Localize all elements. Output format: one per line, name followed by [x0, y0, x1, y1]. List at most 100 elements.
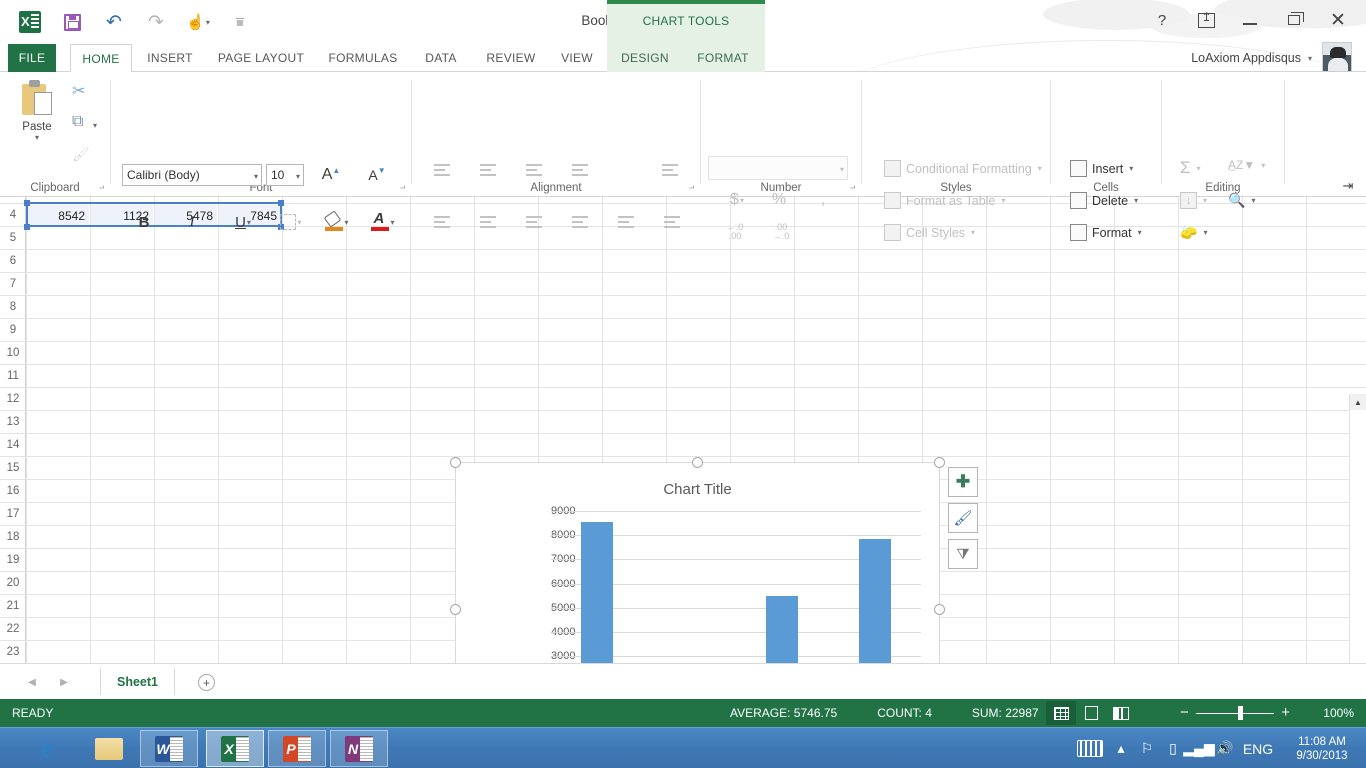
status-count[interactable]: COUNT: 4 — [877, 706, 932, 720]
row-header-21[interactable]: 21 — [0, 595, 26, 618]
wrap-text-button[interactable] — [658, 160, 684, 182]
grid-row[interactable] — [26, 296, 1366, 319]
sheet-prev-button[interactable]: ◀ — [22, 672, 42, 692]
chart-plot-area[interactable]: 9000800070006000500040003000200010000 12… — [496, 505, 926, 663]
minimize-button[interactable] — [1228, 4, 1272, 36]
font-color-button[interactable]: A ▾ — [366, 210, 400, 234]
customize-qat-icon[interactable]: ⩸ — [220, 5, 260, 39]
tab-formulas[interactable]: FORMULAS — [322, 44, 404, 72]
touch-mode-icon[interactable]: ☝ ▾ — [178, 5, 218, 39]
fill-color-button[interactable]: ▾ — [320, 210, 354, 234]
network-signal-icon[interactable]: ▂▄▆ — [1183, 728, 1214, 768]
language-indicator[interactable]: ENG — [1238, 728, 1278, 768]
tab-insert[interactable]: INSERT — [140, 44, 200, 72]
add-sheet-button[interactable]: + — [198, 674, 215, 691]
chart-filters-button[interactable]: ⧩ — [948, 539, 978, 569]
comma-format-button[interactable]: , — [810, 188, 836, 212]
format-painter-button[interactable] — [72, 148, 90, 166]
worksheet-grid[interactable]: 3456789101112131415161718192021222324252… — [0, 197, 1366, 663]
selection-handle-bl[interactable] — [24, 224, 30, 230]
row-header-9[interactable]: 9 — [0, 319, 26, 342]
view-page-break-button[interactable] — [1106, 701, 1136, 725]
row-header-13[interactable]: 13 — [0, 411, 26, 434]
status-sum[interactable]: SUM: 22987 — [972, 706, 1039, 720]
grid-row[interactable] — [26, 319, 1366, 342]
zoom-slider[interactable]: − + — [1180, 701, 1290, 725]
pin-ribbon-button[interactable]: ⇥ — [1340, 178, 1356, 194]
grid-row[interactable] — [26, 250, 1366, 273]
row-header-14[interactable]: 14 — [0, 434, 26, 457]
zoom-thumb[interactable] — [1238, 706, 1243, 720]
cut-button[interactable] — [72, 81, 90, 102]
row-header-11[interactable]: 11 — [0, 365, 26, 388]
restore-button[interactable] — [1272, 4, 1316, 36]
row-header-3[interactable]: 3 — [0, 197, 26, 204]
chart-elements-button[interactable]: ✚ — [948, 467, 978, 497]
scroll-up-button[interactable]: ▲ — [1350, 394, 1366, 410]
dialog-launcher-icon[interactable]: ⌐ — [99, 183, 104, 193]
taskbar-file-explorer[interactable] — [80, 730, 138, 767]
undo-icon[interactable]: ↶ — [94, 5, 134, 39]
chart-handle-tr[interactable] — [934, 457, 945, 468]
zoom-in-button[interactable]: + — [1281, 705, 1290, 720]
view-normal-button[interactable] — [1046, 701, 1076, 725]
ribbon-display-options-button[interactable] — [1184, 4, 1228, 36]
delete-cells-button[interactable]: Delete ▾ — [1070, 192, 1138, 209]
orientation-button[interactable] — [568, 160, 594, 182]
tab-file[interactable]: FILE — [8, 44, 56, 72]
chart-bar[interactable] — [581, 522, 614, 663]
italic-button[interactable]: I — [180, 210, 204, 234]
sheet-tab-sheet1[interactable]: Sheet1 — [100, 667, 175, 695]
row-header-16[interactable]: 16 — [0, 480, 26, 503]
tab-home[interactable]: HOME — [70, 44, 132, 72]
conditional-formatting-button[interactable]: Conditional Formatting ▾ — [884, 160, 1042, 177]
fill-button[interactable]: ↓ ▾ — [1180, 192, 1207, 209]
chart-title[interactable]: Chart Title — [456, 481, 939, 498]
account-menu[interactable]: LoAxiom Appdisqus ▾ — [1191, 44, 1312, 72]
format-cells-button[interactable]: Format ▾ — [1070, 224, 1142, 241]
row-header-17[interactable]: 17 — [0, 503, 26, 526]
avatar[interactable] — [1322, 42, 1352, 72]
percent-format-button[interactable]: % — [766, 188, 792, 212]
selection-handle-tr[interactable] — [278, 200, 284, 206]
clear-button[interactable]: 🧽 ▾ — [1180, 224, 1207, 241]
row-header-4[interactable]: 4 — [0, 204, 26, 227]
status-average[interactable]: AVERAGE: 5746.75 — [730, 706, 837, 720]
row-header-15[interactable]: 15 — [0, 457, 26, 480]
clock[interactable]: 11:08 AM 9/30/2013 — [1278, 735, 1366, 763]
row-header-23[interactable]: 23 — [0, 641, 26, 663]
zoom-level-label[interactable]: 100% — [1323, 706, 1354, 720]
taskbar-excel[interactable]: X — [206, 730, 264, 767]
font-size-input[interactable]: 10 ▾ — [266, 164, 304, 186]
touch-keyboard-icon[interactable] — [1072, 728, 1108, 768]
grid-row[interactable] — [26, 342, 1366, 365]
decrease-indent-button[interactable] — [568, 212, 594, 234]
view-page-layout-button[interactable] — [1076, 701, 1106, 725]
paste-button[interactable]: Paste ▾ — [10, 80, 64, 142]
grid-row[interactable] — [26, 411, 1366, 434]
align-center-button[interactable] — [476, 212, 502, 234]
close-button[interactable]: ✕ — [1316, 4, 1360, 36]
selection-handle-tl[interactable] — [24, 200, 30, 206]
format-as-table-button[interactable]: Format as Table ▾ — [884, 192, 1005, 209]
tab-data[interactable]: DATA — [414, 44, 468, 72]
chart-bar[interactable] — [766, 596, 799, 663]
taskbar-powerpoint[interactable]: P — [268, 730, 326, 767]
chart-object[interactable]: Chart Title 9000 8000 7000 6000 5000 4000 3000… — [455, 462, 940, 663]
accounting-format-button[interactable]: $ ▾ — [722, 188, 752, 212]
row-header-7[interactable]: 7 — [0, 273, 26, 296]
decrease-font-size-button[interactable]: A ▼ — [364, 162, 390, 188]
autosum-button[interactable]: Σ ▾ — [1180, 158, 1201, 178]
top-align-button[interactable] — [430, 160, 456, 182]
tab-design[interactable]: DESIGN — [614, 44, 676, 72]
row-header-18[interactable]: 18 — [0, 526, 26, 549]
bold-button[interactable]: B — [132, 210, 156, 234]
vertical-scrollbar[interactable]: ▲ ▼ — [1349, 394, 1366, 663]
grid-row[interactable] — [26, 365, 1366, 388]
copy-button[interactable]: ▾ — [72, 113, 97, 134]
dialog-launcher-icon[interactable]: ⌐ — [850, 183, 855, 193]
borders-button[interactable]: ▾ — [274, 210, 308, 234]
sheet-next-button[interactable]: ▶ — [54, 672, 74, 692]
help-button[interactable]: ? — [1140, 4, 1184, 36]
row-header-10[interactable]: 10 — [0, 342, 26, 365]
